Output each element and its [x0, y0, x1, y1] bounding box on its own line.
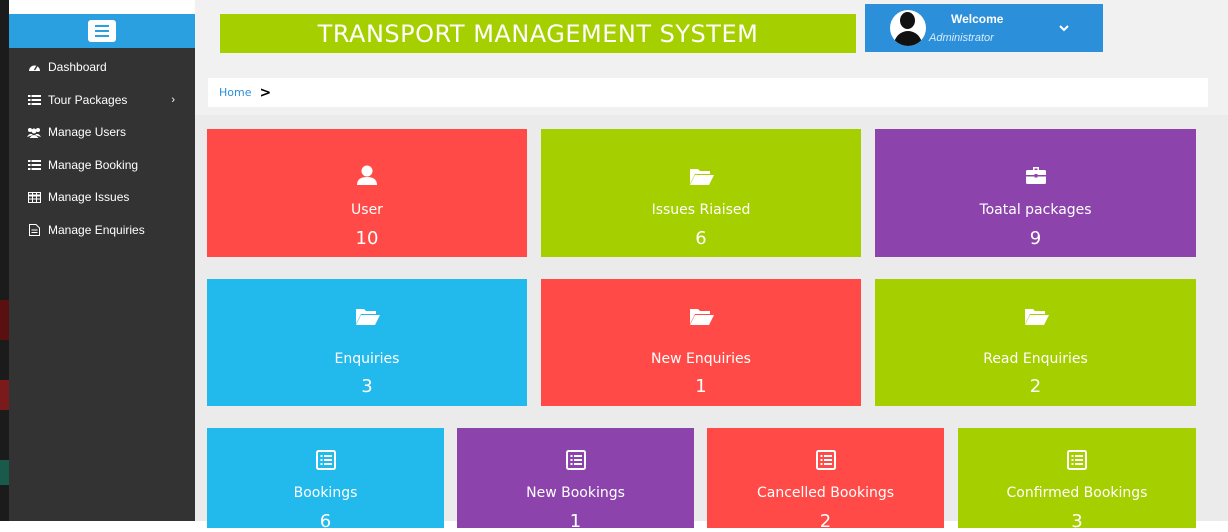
users-icon: [27, 127, 41, 138]
card-value: 6: [319, 511, 332, 532]
sidebar-item-label: Manage Issues: [48, 190, 130, 205]
sidebar-item-label: Dashboard: [48, 60, 107, 75]
stat-card-confirmed-bookings[interactable]: Confirmed Bookings 3: [958, 428, 1196, 532]
card-label: New Bookings: [526, 485, 625, 501]
stat-card-bookings[interactable]: Bookings 6: [207, 428, 444, 532]
folder-open-icon: [1024, 307, 1049, 327]
edge-stripe: [0, 460, 9, 485]
card-label: Enquiries: [334, 351, 400, 367]
card-label: User: [351, 202, 383, 218]
user-role-label: Administrator: [929, 32, 994, 44]
chevron-right-icon: ›: [171, 93, 175, 106]
stat-card-packages[interactable]: Toatal packages 9: [875, 129, 1196, 257]
list-icon: [27, 94, 41, 105]
user-icon: [356, 165, 378, 185]
edge-stripe: [0, 380, 9, 410]
chevron-down-icon[interactable]: [1057, 20, 1071, 34]
card-value: 3: [361, 376, 373, 397]
page-title: TRANSPORT MANAGEMENT SYSTEM: [317, 19, 759, 48]
sidebar-item-label: Manage Enquiries: [48, 222, 145, 237]
stat-card-cancelled-bookings[interactable]: Cancelled Bookings 2: [707, 428, 944, 532]
card-label: Toatal packages: [979, 202, 1092, 218]
left-edge-strip: [0, 0, 9, 521]
sidebar-item-dashboard[interactable]: Dashboard: [9, 51, 195, 84]
avatar: [890, 10, 926, 46]
sidebar-item-label: Manage Booking: [48, 157, 139, 172]
dashboard-icon: [27, 62, 41, 73]
sidebar-item-label: Tour Packages: [48, 92, 128, 107]
stat-card-read-enquiries[interactable]: Read Enquiries 2: [875, 279, 1196, 406]
card-label: Issues Riaised: [651, 202, 751, 218]
list-alt-icon: [815, 450, 837, 470]
table-icon: [27, 191, 41, 203]
breadcrumb-home-link[interactable]: Home: [219, 86, 251, 99]
card-value: 2: [819, 511, 832, 532]
sidebar-item-label: Manage Users: [48, 125, 127, 140]
list-alt-icon: [1066, 450, 1088, 470]
folder-open-icon: [356, 307, 380, 327]
card-label: Cancelled Bookings: [756, 485, 895, 501]
list-icon: [27, 159, 41, 170]
folder-open-icon: [690, 307, 714, 327]
sidebar-header: [9, 14, 195, 48]
sidebar-item-manage-enquiries[interactable]: Manage Enquiries: [9, 214, 195, 247]
dashboard-main: User 10 Issues Riaised 6 Toatal packages…: [195, 115, 1228, 532]
app-title-banner: TRANSPORT MANAGEMENT SYSTEM: [220, 14, 856, 53]
breadcrumb-separator: >: [259, 84, 272, 101]
sidebar-item-tour-packages[interactable]: Tour Packages ›: [9, 84, 195, 117]
card-label: New Enquiries: [651, 351, 751, 367]
card-label: Read Enquiries: [983, 351, 1088, 367]
folder-open-icon: [690, 167, 714, 187]
card-value: 3: [1071, 511, 1083, 532]
stat-card-issues[interactable]: Issues Riaised 6: [541, 129, 861, 257]
file-icon: [27, 223, 41, 236]
card-value: 10: [355, 228, 379, 249]
card-value: 2: [1029, 376, 1042, 397]
list-alt-icon: [565, 450, 587, 470]
stat-card-new-bookings[interactable]: New Bookings 1: [457, 428, 694, 532]
stat-card-new-enquiries[interactable]: New Enquiries 1: [541, 279, 861, 406]
stat-card-users[interactable]: User 10: [207, 129, 527, 257]
sidebar-item-manage-issues[interactable]: Manage Issues: [9, 181, 195, 214]
breadcrumb: Home >: [208, 78, 1208, 107]
card-label: Bookings: [293, 485, 358, 501]
list-alt-icon: [315, 450, 337, 470]
welcome-label: Welcome: [951, 12, 1004, 26]
card-label: Confirmed Bookings: [1006, 485, 1148, 501]
user-menu[interactable]: Welcome Administrator: [865, 4, 1103, 52]
edge-stripe: [0, 300, 9, 340]
card-value: 1: [569, 511, 582, 532]
sidebar: Dashboard Tour Packages › Manage Users M…: [9, 14, 195, 521]
stat-card-enquiries[interactable]: Enquiries 3: [207, 279, 527, 406]
sidebar-nav: Dashboard Tour Packages › Manage Users M…: [9, 51, 195, 246]
briefcase-icon: [1025, 166, 1047, 186]
card-value: 9: [1029, 228, 1042, 249]
card-value: 6: [695, 228, 707, 249]
sidebar-item-manage-booking[interactable]: Manage Booking: [9, 149, 195, 182]
menu-toggle-button[interactable]: [88, 20, 116, 42]
card-value: 1: [695, 376, 707, 397]
sidebar-item-manage-users[interactable]: Manage Users: [9, 116, 195, 149]
